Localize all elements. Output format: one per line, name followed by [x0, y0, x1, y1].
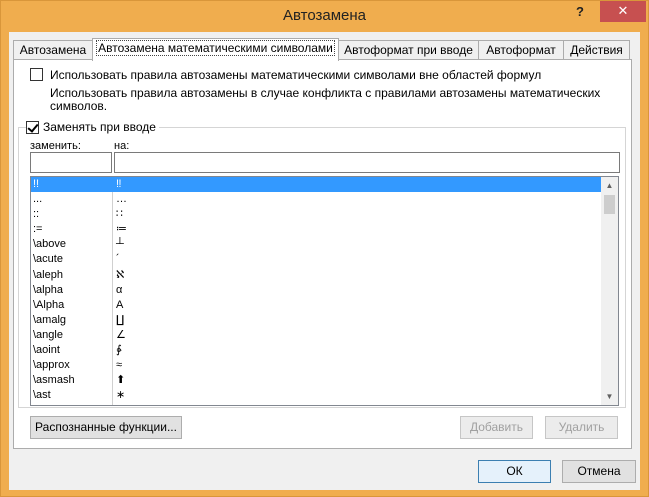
list-item-with: ┴ [116, 238, 124, 251]
list-item[interactable]: \approx ≈ [31, 358, 601, 373]
tab-label: Автозамена [19, 43, 87, 57]
tab-label: Действия [570, 43, 623, 57]
use-outside-math-label: Использовать правила автозамены математи… [50, 68, 542, 82]
replacement-list[interactable]: !! ‼...…:: ∷:= ≔ \above ┴ \acute ´ \aleph ℵ \alpha… [30, 176, 619, 406]
list-item[interactable]: \Alpha Α [31, 298, 601, 313]
list-item[interactable]: \alpha α [31, 283, 601, 298]
list-item-with: … [116, 193, 127, 206]
list-item[interactable]: \ast ∗ [31, 388, 601, 403]
window-title: Автозамена [282, 7, 367, 24]
tab-autocorrect[interactable]: Автозамена [13, 40, 93, 60]
replace-input[interactable] [30, 152, 112, 173]
list-item[interactable]: \amalg ∐ [31, 313, 601, 328]
list-item-replace: !! [33, 178, 40, 190]
list-item-with: ∠ [116, 328, 126, 341]
tab-strip: Автозамена Автозамена математическими си… [9, 38, 640, 61]
list-item[interactable]: \aoint ∳ [31, 343, 601, 358]
list-item-replace: \Alpha [33, 298, 65, 311]
list-scrollbar[interactable]: ▲ ▼ [601, 177, 618, 405]
list-item-with: ∳ [116, 344, 122, 357]
list-item[interactable]: \acute ´ [31, 252, 601, 267]
dialog-client-area: Автозамена Автозамена математическими си… [9, 32, 640, 490]
use-outside-math-checkbox[interactable] [30, 68, 43, 81]
with-input[interactable] [114, 152, 620, 173]
tab-label: Автозамена математическими символами [96, 40, 335, 56]
list-item-with: ≈ [116, 359, 123, 372]
list-item-with: ∐ [116, 313, 125, 326]
with-column-label: на: [114, 140, 130, 152]
tab-actions[interactable]: Действия [563, 40, 630, 60]
scroll-down-icon[interactable]: ▼ [601, 388, 618, 405]
list-item[interactable]: !! ‼ [31, 177, 601, 193]
list-item-with: ℵ [116, 268, 125, 281]
list-item-with: Α [116, 298, 124, 311]
list-item[interactable]: :: ∷ [31, 207, 601, 222]
tab-autoformat-as-you-type[interactable]: Автоформат при вводе [338, 40, 479, 60]
list-item[interactable]: \angle ∠ [31, 328, 601, 343]
list-item-replace: \angle [33, 328, 63, 341]
list-item-replace: :: [33, 208, 40, 221]
list-item-with: α [116, 283, 123, 296]
list-item-replace: \above [33, 238, 67, 251]
list-item[interactable]: \asmash ⬆ [31, 373, 601, 388]
list-item-replace: \aleph [33, 268, 63, 281]
list-item-with: ∗ [116, 389, 126, 402]
list-item-replace: \approx [33, 359, 70, 372]
list-item[interactable]: \above ┴ [31, 237, 601, 252]
add-button[interactable]: Добавить [460, 416, 533, 439]
autocorrect-dialog: Автозамена ? ✕ Автозамена Автозамена мат… [0, 0, 649, 497]
list-item-with: ‼ [116, 178, 122, 190]
list-item-replace: ... [33, 193, 43, 206]
replace-column-label: заменить: [30, 140, 81, 152]
list-item-with: ∷ [116, 208, 123, 221]
list-item-replace: \acute [33, 253, 63, 266]
replace-as-type-checkbox[interactable] [26, 120, 39, 134]
close-button[interactable]: ✕ [600, 1, 646, 22]
list-item[interactable]: ... … [31, 192, 601, 207]
list-item-replace: \amalg [33, 313, 67, 326]
ok-button[interactable]: ОК [478, 460, 551, 483]
replace-as-type-group-label: Заменять при вводе [26, 120, 159, 134]
list-item-replace: \alpha [33, 283, 63, 296]
list-item-with: ⬆ [116, 374, 126, 387]
tab-math-autocorrect[interactable]: Автозамена математическими символами [92, 38, 339, 61]
delete-button[interactable]: Удалить [545, 416, 618, 439]
list-item-replace: \asmash [33, 374, 75, 387]
replacement-rows: !! ‼...…:: ∷:= ≔ \above ┴ \acute ´ \aleph ℵ \alpha… [31, 177, 601, 403]
tab-autoformat[interactable]: Автоформат [478, 40, 564, 60]
cancel-button[interactable]: Отмена [562, 460, 636, 483]
list-item-with: ´ [116, 253, 120, 266]
math-autocorrect-panel: Использовать правила автозамены математи… [13, 59, 632, 449]
tab-label: Автоформат [486, 43, 556, 57]
help-button[interactable]: ? [573, 4, 587, 20]
list-item[interactable]: := ≔ [31, 222, 601, 237]
list-item-with: ≔ [116, 223, 127, 236]
replace-as-type-label: Заменять при вводе [43, 120, 156, 134]
title-bar: Автозамена ? ✕ [1, 1, 648, 31]
list-item-replace: := [33, 223, 43, 236]
scroll-up-icon[interactable]: ▲ [601, 177, 618, 194]
list-item-replace: \ast [33, 389, 51, 402]
conflict-description: Использовать правила автозамены в случае… [50, 86, 601, 113]
tab-label: Автоформат при вводе [344, 43, 473, 57]
list-item[interactable]: \aleph ℵ [31, 268, 601, 283]
list-item-replace: \aoint [33, 344, 60, 357]
scroll-thumb[interactable] [604, 195, 615, 214]
recognized-functions-button[interactable]: Распознанные функции... [30, 416, 182, 439]
